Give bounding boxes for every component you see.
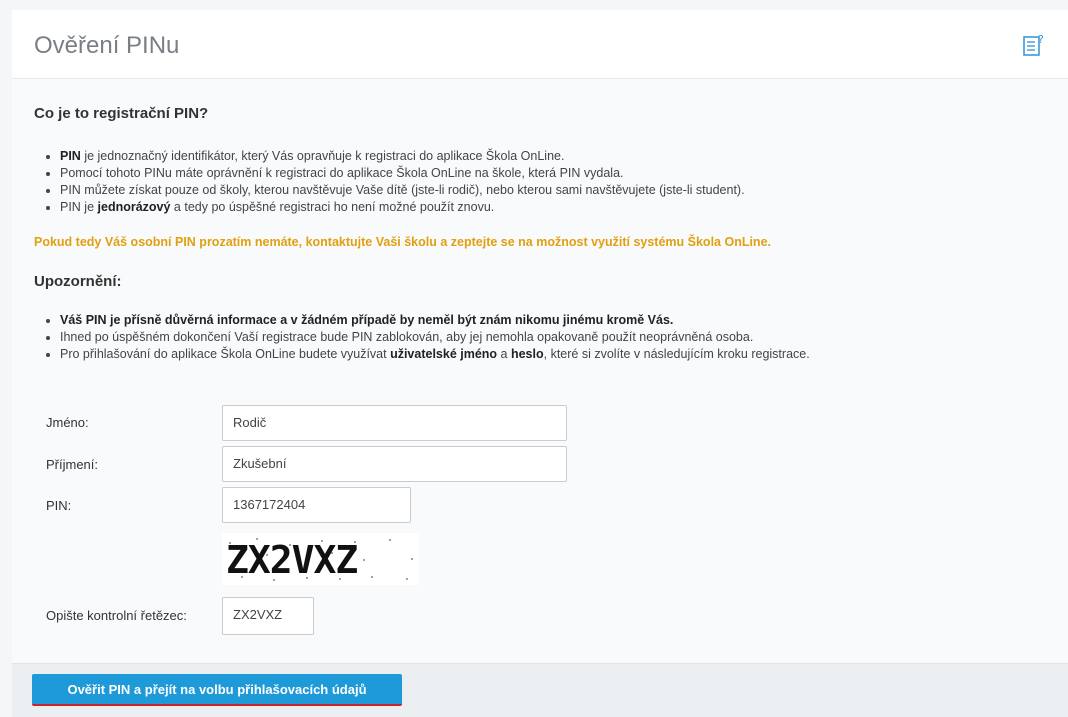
list-item-text: PIN můžete získat pouze od školy, kterou… [60,183,745,197]
name-input[interactable]: Rodič [222,405,567,441]
pin-input[interactable]: 1367172404 [222,487,411,523]
list-item-bold: PIN [60,149,81,163]
list-item: PIN je jednoznačný identifikátor, který … [34,148,745,165]
list-item-text: a [497,347,511,361]
list-item: Pomocí tohoto PINu máte oprávnění k regi… [34,165,745,182]
list-item-bold: Váš PIN je přísně důvěrná informace a v … [60,313,674,327]
captcha-input[interactable]: ZX2VXZ [222,597,314,635]
list-item-text: PIN je [60,200,98,214]
name-label: Jméno: [46,415,89,430]
section-heading-warning: Upozornění: [34,273,122,290]
captcha-image: ZX2VXZ [222,533,419,585]
list-item: PIN je jednorázový a tedy po úspěšné reg… [34,199,745,216]
help-list-icon[interactable]: ? [1022,32,1046,58]
svg-text:?: ? [1038,33,1044,46]
pin-info-list: PIN je jednoznačný identifikátor, který … [34,148,745,216]
list-item-text: Pomocí tohoto PINu máte oprávnění k regi… [60,166,624,180]
header: Ověření PINu ? [12,10,1068,79]
list-item: Ihned po úspěšném dokončení Vaší registr… [34,329,810,346]
page: Ověření PINu ? Co je to registrační PIN?… [12,10,1068,717]
list-item: PIN můžete získat pouze od školy, kterou… [34,182,745,199]
page-title: Ověření PINu [34,32,180,59]
verify-pin-button[interactable]: Ověřit PIN a přejít na volbu přihlašovac… [32,674,402,706]
section-heading-pin: Co je to registrační PIN? [34,105,209,122]
list-item-bold: heslo [510,347,544,361]
pin-label: PIN: [46,498,72,513]
list-item: Pro přihlašování do aplikace Škola OnLin… [34,346,810,363]
list-item: Váš PIN je přísně důvěrná informace a v … [34,312,810,329]
list-item-text: je jednoznačný identifikátor, který Vás … [80,149,565,163]
list-item-text: Ihned po úspěšném dokončení Vaší registr… [60,330,754,344]
list-item-bold: uživatelské jméno [390,347,498,361]
surname-input[interactable]: Zkušební [222,446,567,482]
list-item-text: , které si zvolíte v následujícím kroku … [543,347,810,361]
captcha-text: ZX2VXZ [226,538,357,582]
list-item-bold: jednorázový [97,200,171,214]
captcha-label: Opište kontrolní řetězec: [46,608,187,623]
list-item-text: Pro přihlašování do aplikace Škola OnLin… [60,347,391,361]
warning-list: Váš PIN je přísně důvěrná informace a v … [34,312,810,363]
list-item-text: a tedy po úspěšné registraci ho není mož… [170,200,495,214]
no-pin-notice: Pokud tedy Váš osobní PIN prozatím nemát… [34,235,771,249]
surname-label: Příjmení: [46,457,99,472]
